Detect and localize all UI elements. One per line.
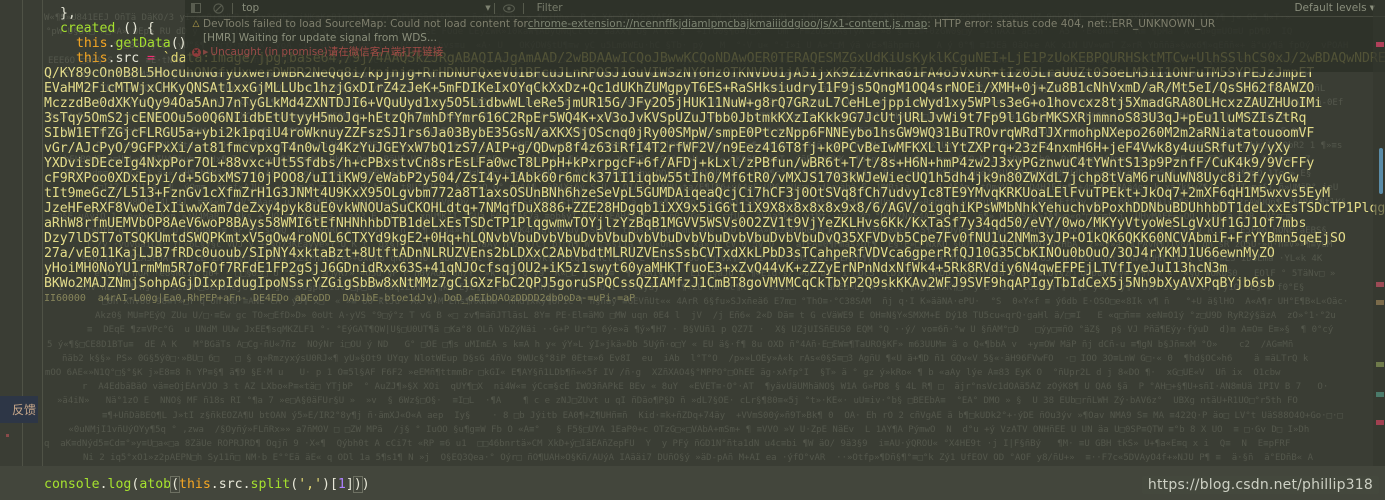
code-line-base64[interactable]: SIbW1ETfZGjcFLRGU5a+ybi2k1pqiU4roWknuyZZ… <box>44 126 1314 141</box>
editor-scrollbar[interactable] <box>1373 0 1385 500</box>
code-line-base64[interactable]: cF9RXPoo0XDxEpyi/d+5GbxMS710jPOO8/uI1iKW… <box>44 171 1299 186</box>
code-token: ) <box>352 476 363 493</box>
code-line[interactable]: }, <box>60 6 76 21</box>
console-message-error[interactable]: ✖ ▶ Uncaught (in promise) 请在微信客户端打开链接 <box>185 45 1385 59</box>
scrollbar-error-marker[interactable] <box>1376 300 1384 305</box>
code-line-base64[interactable]: aRhW8rfmUEMVbOP8AeV6woP8BAys58WMI6tEfNHN… <box>44 216 1306 231</box>
code-token: src <box>218 477 243 492</box>
console-log-statement-line[interactable]: console.log(atob(this.src.split(',')[1])… <box>44 476 370 493</box>
code-line-base64[interactable]: EVaHM2FicMTWjxCHKyQNSAt1xxGjMLLUbc1hzjGx… <box>44 81 1314 96</box>
console-warning-link[interactable]: chrome-extension://ncennffkjdiamlpmcbajk… <box>528 18 927 31</box>
error-circle-icon: ✖ <box>191 48 201 57</box>
editor-gutter <box>0 0 44 500</box>
console-toolbar[interactable]: top ▼ Filter Default levels ▼ <box>185 0 1385 17</box>
console-levels-dropdown[interactable]: Default levels ▼ <box>1294 2 1385 14</box>
code-token: this <box>76 51 108 66</box>
devtools-console-panel[interactable]: top ▼ Filter Default levels ▼ △ DevTools… <box>185 0 1385 72</box>
code-line-base64[interactable]: yHoiMH0NoYU1rmMm5R7oFOf7RFdE1FP2gSjJ6GDn… <box>44 261 1227 276</box>
console-error-text-cn: 请在微信客户端打开链接 <box>327 46 444 58</box>
code-editor[interactable]: },created () {this.getData()this.src = `… <box>0 0 1385 500</box>
code-line-base64[interactable]: 27a/vE011KajLJB7fRDc0uoub/SIpNY4xktaBzt+… <box>44 246 1275 261</box>
editor-code-area[interactable]: },created () {this.getData()this.src = `… <box>44 0 1385 500</box>
code-token: }, <box>60 6 76 21</box>
code-line-base64[interactable]: YXDvisDEceIg4NxpPor7OL+88vxc+Ut5Sfdbs/h+… <box>44 156 1314 171</box>
code-token: . <box>99 477 108 492</box>
eye-icon[interactable] <box>498 0 520 17</box>
console-context-selector[interactable]: top <box>236 2 265 14</box>
code-line-base64[interactable]: 3sTqy5OmS2jcENEOOu5o0Q6NIidbEtUtyyH5moJq… <box>44 111 1306 126</box>
code-token: 1 <box>337 477 346 492</box>
scrollbar-error-marker[interactable] <box>1376 362 1384 367</box>
code-line-base64[interactable]: vGr/AJcPyO/9GFPxXi/at81fmcvpxgT4n0wlg4Kz… <box>44 141 1291 156</box>
warning-triangle-icon: △ <box>192 19 200 29</box>
left-feedback-tag[interactable]: 反馈 <box>0 396 38 423</box>
console-message-warning[interactable]: △ DevTools failed to load SourceMap: Cou… <box>185 17 1385 31</box>
code-line[interactable]: created () { <box>60 21 155 36</box>
scrollbar-thumb[interactable] <box>1379 148 1383 194</box>
scrollbar-error-marker[interactable] <box>1376 42 1384 47</box>
code-token: this <box>179 477 211 492</box>
code-token: log <box>107 477 132 492</box>
console-error-expander[interactable]: ▶ <box>203 46 208 59</box>
code-token: ( <box>290 477 299 492</box>
console-info-text: [HMR] Waiting for update signal from WDS… <box>203 32 437 44</box>
code-token: ) <box>322 477 330 492</box>
scrollbar-error-marker[interactable] <box>1376 420 1384 425</box>
code-token: this <box>76 36 108 51</box>
code-token: console <box>44 477 100 492</box>
code-token: ',' <box>298 477 323 492</box>
console-warning-text-after: : HTTP error: status code 404, net::ERR_… <box>927 18 1216 30</box>
code-token: ) <box>361 477 370 492</box>
error-dot-marker <box>6 434 9 437</box>
code-token: [ <box>329 477 338 492</box>
code-token: split <box>250 477 291 492</box>
code-token: .src <box>107 51 148 66</box>
console-filter-input[interactable]: Filter <box>527 2 1295 14</box>
code-line-base64[interactable]: II60000 a4rAI-L00g|Ea0,RhPEP+aFn- DE4EDo… <box>44 291 635 306</box>
watermark: https://blog.csdn.net/phillip318 <box>1141 476 1379 494</box>
panel-toggle-icon[interactable] <box>185 0 207 17</box>
code-token: ] <box>345 477 354 492</box>
scrollbar-error-marker[interactable] <box>1376 282 1384 287</box>
console-error-text: Uncaught (in promise) <box>210 46 328 58</box>
code-line-base64[interactable]: Dzy7lDST7oTSQKUmtdSWQPKmtxV5gOw4roNOL6CT… <box>44 231 1346 246</box>
code-token: getData <box>115 36 171 51</box>
no-entry-icon[interactable] <box>207 0 229 17</box>
code-line-base64[interactable]: BKWo2MAJZNmjSohpAGjDIxpIdugIpoNSsrYZGigS… <box>44 276 1275 291</box>
console-levels-label: Default levels <box>1294 2 1367 14</box>
console-context-label: top <box>242 2 260 14</box>
code-line-base64[interactable]: tIt9meGcZ/L513+FznGv1cXfmZrH1G3JNMt4U9Kx… <box>44 186 1330 201</box>
code-token: . <box>242 477 251 492</box>
code-line-base64[interactable]: JzeHFeRXF8VwOeIxIiwwXam7deZxy4pyk8uE0vkW… <box>44 201 1385 216</box>
code-token: created <box>60 21 116 36</box>
screenshot-root: },created () {this.getData()this.src = `… <box>0 0 1385 500</box>
console-warning-text-before: DevTools failed to load SourceMap: Could… <box>203 18 528 30</box>
console-message-info[interactable]: [HMR] Waiting for update signal from WDS… <box>185 31 1385 45</box>
code-token: = <box>147 51 155 66</box>
scrollbar-error-marker[interactable] <box>1376 392 1384 397</box>
code-token: atob <box>139 477 172 492</box>
code-token: ( <box>170 476 181 493</box>
code-token: . <box>210 477 219 492</box>
code-token: () { <box>115 21 155 36</box>
console-context-caret[interactable]: ▼ <box>485 4 490 12</box>
code-line[interactable]: this.getData() <box>76 36 187 51</box>
code-line-base64[interactable]: MczzdBe0dXKYuQy94Oa5AnJ7nTyGLkMd4ZXNTDJI… <box>44 96 1322 111</box>
